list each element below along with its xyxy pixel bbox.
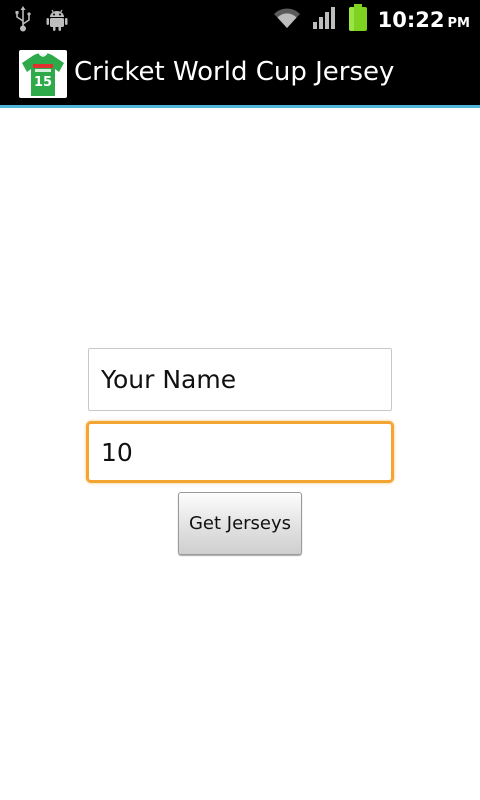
clock-time: 10:22 [377,8,445,32]
jersey-number-input[interactable] [86,421,394,483]
main-content: Get Jerseys [0,111,480,800]
app-title: Cricket World Cup Jersey [74,57,395,87]
signal-icon [312,6,338,34]
android-debug-icon [46,7,68,35]
usb-icon [14,6,32,36]
jersey-number: 15 [34,75,52,90]
wifi-icon [272,6,302,34]
name-input[interactable] [88,348,392,411]
battery-icon [348,4,368,36]
status-bar: 10:22 PM [0,0,480,38]
get-jerseys-button[interactable]: Get Jerseys [178,492,302,555]
status-clock: 10:22 PM [378,8,470,32]
clock-ampm: PM [447,16,470,31]
status-notifications [14,6,68,36]
action-bar: 15 Cricket World Cup Jersey [0,38,480,108]
status-system: 10:22 PM [272,4,470,36]
jersey-icon: 15 [19,50,67,98]
